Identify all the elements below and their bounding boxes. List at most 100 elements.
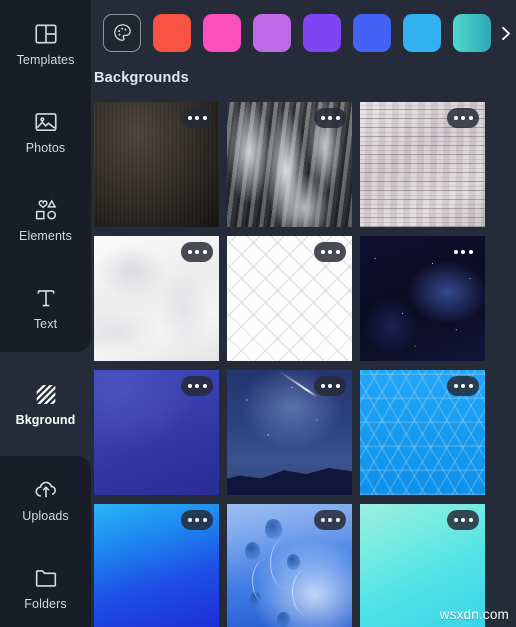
tile-more-options-button[interactable]	[447, 242, 479, 262]
hill-silhouette	[227, 468, 352, 495]
sidebar-label-photos: Photos	[25, 141, 66, 156]
dot	[468, 384, 473, 388]
tile-more-options-button[interactable]	[314, 510, 346, 530]
sidebar-item-bkground[interactable]: Bkground	[0, 356, 91, 452]
dot	[453, 384, 458, 388]
nav-group-top: Templates Photos Elements Text	[0, 0, 91, 352]
jellyfish	[264, 519, 282, 539]
elements-icon	[33, 197, 59, 223]
dot	[461, 384, 465, 388]
sidebar-item-templates[interactable]: Templates	[0, 0, 91, 88]
color-swatch-teal[interactable]	[453, 13, 491, 52]
dot	[461, 250, 465, 254]
folders-icon	[33, 565, 59, 591]
sidebar-item-text[interactable]: Text	[0, 264, 91, 352]
photos-icon	[33, 109, 59, 135]
dot	[453, 250, 458, 254]
sidebar-item-folders[interactable]: Folders	[0, 544, 91, 627]
color-swatch-sky[interactable]	[403, 13, 441, 52]
tile-more-options-button[interactable]	[314, 108, 346, 128]
background-tile-blue-honeycomb[interactable]	[360, 370, 485, 495]
text-icon	[33, 285, 59, 311]
tile-more-options-button[interactable]	[447, 376, 479, 396]
nav-group-bottom: Uploads Folders	[0, 456, 91, 627]
dot	[468, 518, 473, 522]
sidebar-item-uploads[interactable]: Uploads	[0, 456, 91, 544]
dot	[195, 116, 199, 120]
color-swatch-strip	[91, 0, 516, 65]
dot	[202, 384, 207, 388]
sidebar-label-uploads: Uploads	[22, 509, 69, 524]
color-swatch-pink[interactable]	[203, 13, 241, 52]
dot	[461, 116, 465, 120]
dot	[328, 518, 332, 522]
dot	[320, 518, 325, 522]
dot	[195, 518, 199, 522]
jellyfish-tendril	[252, 559, 280, 603]
jellyfish	[244, 541, 260, 560]
sidebar-item-photos[interactable]: Photos	[0, 88, 91, 176]
dot	[320, 250, 325, 254]
chevron-right-icon[interactable]	[492, 18, 516, 48]
shooting-star	[277, 370, 318, 398]
uploads-icon	[33, 477, 59, 503]
dot	[461, 518, 465, 522]
page-title: Backgrounds	[94, 70, 189, 86]
dot	[328, 250, 332, 254]
dot	[335, 250, 340, 254]
background-tile-white-lattice-pattern[interactable]	[227, 236, 352, 361]
sidebar-label-bkground: Bkground	[15, 413, 76, 428]
dot	[328, 384, 332, 388]
dot	[335, 384, 340, 388]
background-icon	[33, 381, 59, 407]
backgrounds-grid	[94, 102, 516, 627]
dot	[468, 116, 473, 120]
dot	[187, 518, 192, 522]
background-tile-white-wood-planks[interactable]	[360, 102, 485, 227]
tile-more-options-button[interactable]	[447, 510, 479, 530]
background-tile-white-marble-texture[interactable]	[94, 236, 219, 361]
left-nav-rail: Templates Photos Elements Text Bkground …	[0, 0, 91, 627]
tile-more-options-button[interactable]	[181, 376, 213, 396]
dot	[187, 384, 192, 388]
tile-more-options-button[interactable]	[314, 376, 346, 396]
background-tile-night-sky-meteor[interactable]	[227, 370, 352, 495]
background-tile-grey-concrete-texture[interactable]	[227, 102, 352, 227]
tile-more-options-button[interactable]	[181, 510, 213, 530]
dot	[453, 518, 458, 522]
templates-icon	[33, 21, 59, 47]
background-tile-indigo-gradient[interactable]	[94, 370, 219, 495]
color-swatch-orchid[interactable]	[253, 13, 291, 52]
dot	[202, 518, 207, 522]
color-swatch-red[interactable]	[153, 13, 191, 52]
color-swatch-violet[interactable]	[303, 13, 341, 52]
tile-more-options-button[interactable]	[314, 242, 346, 262]
jellyfish-tendril	[292, 569, 322, 615]
dot	[335, 518, 340, 522]
background-tile-deep-space-starfield[interactable]	[360, 236, 485, 361]
sidebar-item-elements[interactable]: Elements	[0, 176, 91, 264]
watermark: wsxdn.com	[439, 607, 509, 622]
color-swatch-blue[interactable]	[353, 13, 391, 52]
dot	[335, 116, 340, 120]
sidebar-label-templates: Templates	[16, 53, 75, 68]
tile-more-options-button[interactable]	[447, 108, 479, 128]
sidebar-label-folders: Folders	[24, 597, 67, 612]
tile-more-options-button[interactable]	[181, 242, 213, 262]
design-editor-window: Templates Photos Elements Text Bkground …	[0, 0, 516, 627]
sidebar-label-text: Text	[33, 317, 58, 332]
color-palette-icon[interactable]	[103, 13, 141, 52]
dot	[187, 250, 192, 254]
dot	[320, 116, 325, 120]
dot	[320, 384, 325, 388]
background-tile-underwater-jellyfish[interactable]	[227, 504, 352, 627]
background-tile-blue-gradient[interactable]	[94, 504, 219, 627]
background-tile-dark-fabric-texture[interactable]	[94, 102, 219, 227]
dot	[202, 116, 207, 120]
dot	[468, 250, 473, 254]
dot	[195, 250, 199, 254]
tile-more-options-button[interactable]	[181, 108, 213, 128]
jellyfish	[277, 611, 290, 627]
backgrounds-panel: Backgrounds	[91, 0, 516, 627]
dot	[453, 116, 458, 120]
